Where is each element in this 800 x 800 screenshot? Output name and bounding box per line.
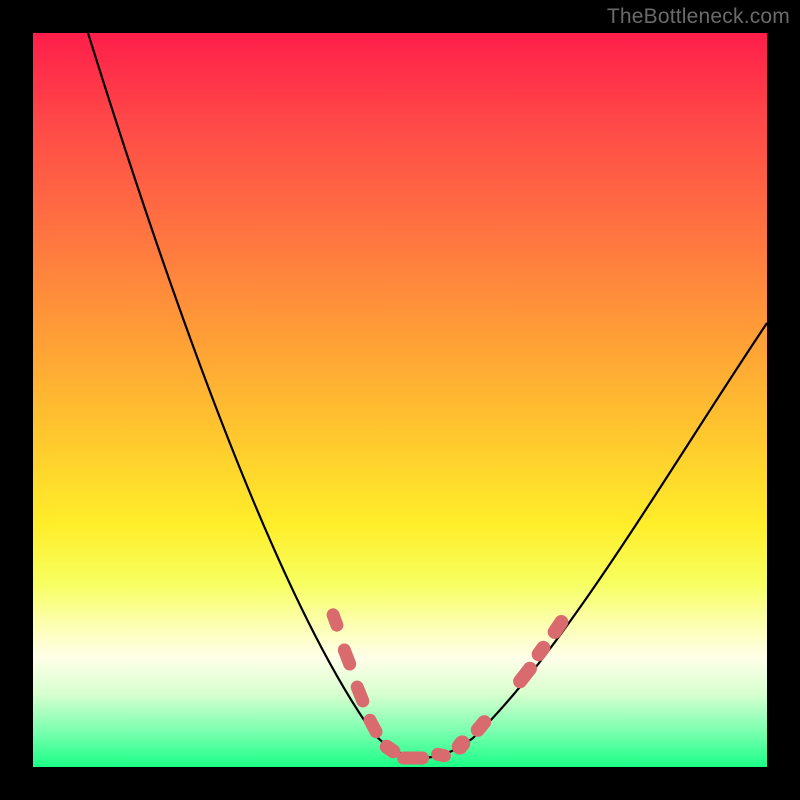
curve-layer — [33, 33, 767, 767]
curve-marker — [325, 607, 345, 634]
curve-marker — [510, 659, 540, 691]
curve-marker — [449, 732, 474, 758]
curve-markers — [325, 607, 571, 765]
curve-marker — [397, 752, 429, 765]
curve-marker — [468, 712, 494, 739]
chart-frame: TheBottleneck.com — [0, 0, 800, 800]
curve-marker — [529, 638, 553, 664]
curve-marker — [361, 711, 385, 740]
curve-marker — [349, 679, 372, 710]
watermark-text: TheBottleneck.com — [607, 5, 790, 29]
plot-area — [33, 33, 767, 767]
bottleneck-curve — [88, 33, 767, 758]
curve-marker — [430, 747, 452, 764]
curve-marker — [336, 642, 358, 673]
